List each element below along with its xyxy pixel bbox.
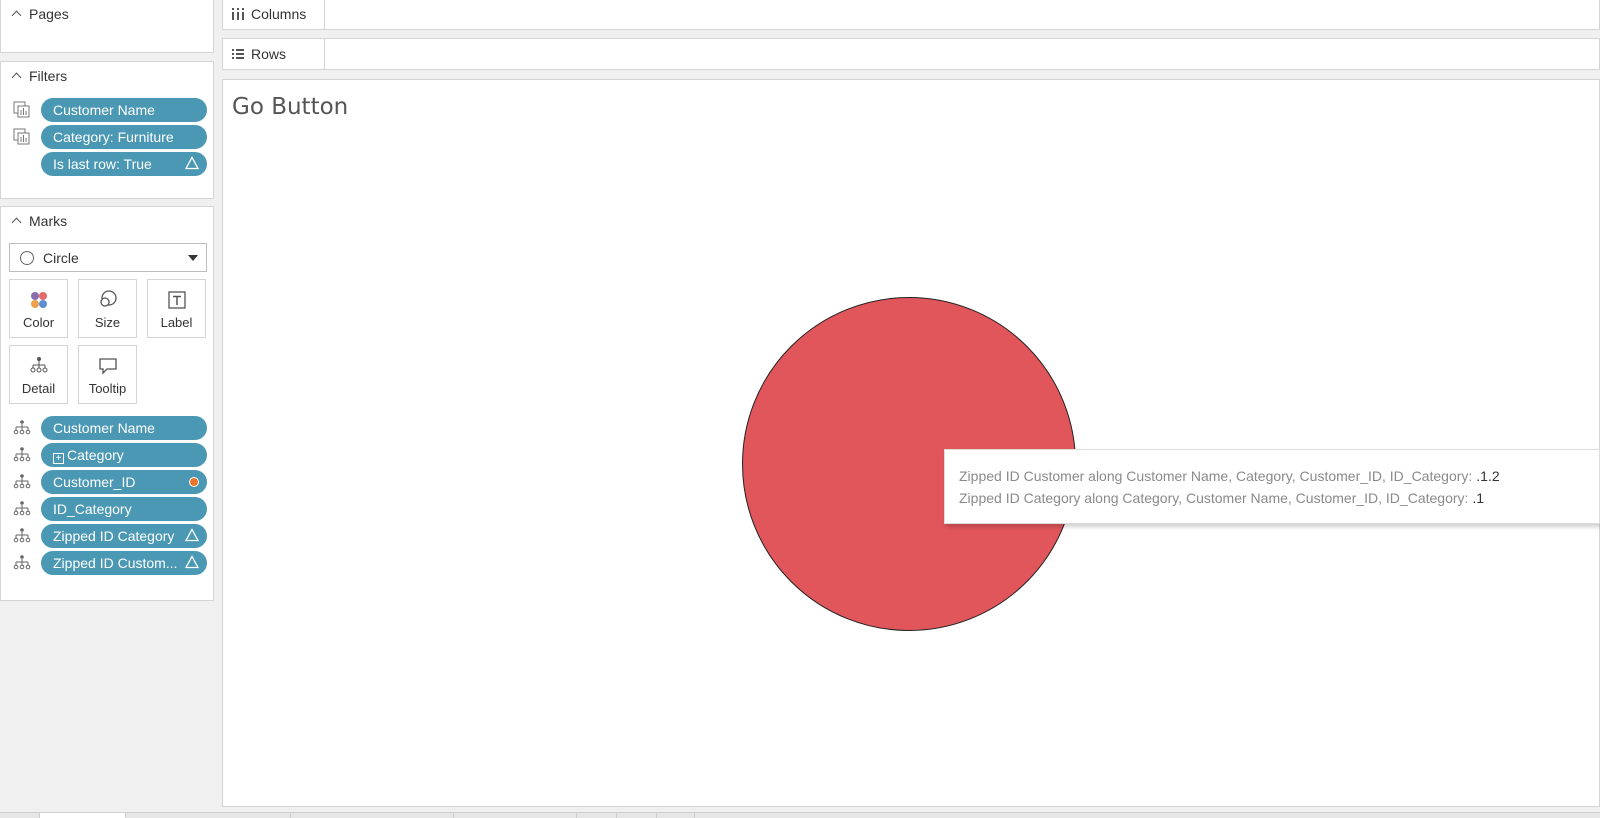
pages-header[interactable]: Pages: [1, 0, 213, 28]
mark-field-row: Customer Name: [1, 416, 215, 440]
tooltip-line: Zipped ID Customer along Customer Name, …: [959, 468, 1500, 484]
label-button[interactable]: Label: [147, 279, 206, 338]
mark-pill-zipped-id-customer[interactable]: Zipped ID Custom...: [41, 551, 207, 575]
filter-dimension-icon: [13, 128, 30, 145]
mark-field-row: Zipped ID Custom...: [1, 551, 215, 575]
filters-header[interactable]: Filters: [1, 62, 213, 90]
color-button[interactable]: Color: [9, 279, 68, 338]
pages-card: Pages: [0, 0, 214, 53]
detail-icon[interactable]: [13, 500, 31, 518]
text-label-icon: [167, 291, 186, 309]
filter-pill-category[interactable]: Category: Furniture: [41, 125, 207, 149]
calculated-field-triangle-icon: [185, 156, 199, 170]
filter-row: Customer Name: [1, 98, 215, 122]
mark-pill-category[interactable]: + Category: [41, 443, 207, 467]
mark-pill-label: Zipped ID Custom...: [53, 555, 178, 571]
filter-pill-label: Is last row: True: [53, 156, 152, 172]
tooltip-button-label: Tooltip: [88, 381, 127, 396]
columns-label: Columns: [251, 6, 307, 22]
sheet-tab[interactable]: [291, 813, 454, 818]
warning-dot-icon: [189, 477, 199, 487]
mark-field-row: Customer_ID: [1, 470, 215, 494]
rows-shelf-label: Rows: [223, 39, 325, 69]
filter-row: Category: Furniture: [1, 125, 215, 149]
collapse-chevron-icon[interactable]: [11, 216, 21, 226]
tooltip-field-value: .1.2: [1476, 468, 1500, 484]
detail-icon: [30, 357, 47, 373]
mark-pill-label: ID_Category: [53, 501, 132, 517]
sheet-tab-active[interactable]: [40, 813, 126, 818]
mark-field-row: ID_Category: [1, 497, 215, 521]
detail-icon[interactable]: [13, 554, 31, 572]
sheet-tab[interactable]: [0, 813, 40, 818]
sheet-tab[interactable]: [657, 813, 695, 818]
tooltip-button[interactable]: Tooltip: [78, 345, 137, 404]
detail-icon[interactable]: [13, 527, 31, 545]
sheet-tab[interactable]: [617, 813, 657, 818]
rows-icon: [232, 49, 244, 59]
size-icon: [99, 290, 117, 307]
label-button-label: Label: [160, 315, 193, 330]
marks-header[interactable]: Marks: [1, 207, 213, 235]
expand-plus-icon[interactable]: +: [53, 453, 64, 464]
detail-button[interactable]: Detail: [9, 345, 68, 404]
filter-dimension-icon: [13, 101, 30, 118]
rows-label: Rows: [251, 46, 287, 62]
tooltip-field-label: Zipped ID Category along Category, Custo…: [959, 490, 1469, 506]
mark-pill-label: Zipped ID Category: [53, 528, 175, 544]
filter-pill-customer-name[interactable]: Customer Name: [41, 98, 207, 122]
rows-shelf[interactable]: Rows: [222, 38, 1600, 70]
color-icon: [30, 292, 47, 308]
tooltip-field-label: Zipped ID Customer along Customer Name, …: [959, 468, 1473, 484]
sheet-tab-strip: [0, 812, 1600, 818]
view-title: Go Button: [232, 94, 349, 120]
detail-icon[interactable]: [13, 473, 31, 491]
collapse-chevron-icon[interactable]: [11, 9, 21, 19]
tooltip-field-value: .1: [1472, 490, 1485, 506]
filters-card: Filters Customer Name Category: Furnitur…: [0, 61, 214, 199]
mark-field-row: + Category: [1, 443, 215, 467]
mark-pill-label: Customer_ID: [53, 474, 136, 490]
mark-pill-label: Customer Name: [53, 420, 155, 436]
calculated-field-triangle-icon: [185, 555, 199, 569]
sheet-tab[interactable]: [577, 813, 617, 818]
mark-pill-customer-name[interactable]: Customer Name: [41, 416, 207, 440]
mark-type-dropdown[interactable]: Circle: [9, 243, 207, 272]
filter-pill-label: Customer Name: [53, 102, 155, 118]
marks-card: Marks Circle Color Size Label Detail Too…: [0, 206, 214, 601]
columns-shelf-label: Columns: [223, 0, 325, 29]
filter-row: Is last row: True: [1, 152, 215, 176]
calculated-field-triangle-icon: [185, 528, 199, 542]
mark-tooltip: Zipped ID Customer along Customer Name, …: [944, 449, 1600, 524]
filter-pill-label: Category: Furniture: [53, 129, 174, 145]
filters-title: Filters: [29, 68, 68, 84]
detail-button-label: Detail: [21, 381, 56, 396]
sheet-tab[interactable]: [454, 813, 577, 818]
detail-icon[interactable]: [13, 446, 31, 464]
filter-pill-is-last-row[interactable]: Is last row: True: [41, 152, 207, 176]
mark-field-row: Zipped ID Category: [1, 524, 215, 548]
collapse-chevron-icon[interactable]: [11, 71, 21, 81]
columns-shelf[interactable]: Columns: [222, 0, 1600, 30]
columns-icon: [232, 8, 244, 20]
marks-title: Marks: [29, 213, 68, 229]
mark-pill-id-category[interactable]: ID_Category: [41, 497, 207, 521]
color-button-label: Color: [22, 315, 55, 330]
circle-mark-icon: [20, 250, 34, 265]
viz-canvas[interactable]: Go Button: [222, 79, 1600, 807]
size-button[interactable]: Size: [78, 279, 137, 338]
mark-pill-zipped-id-category[interactable]: Zipped ID Category: [41, 524, 207, 548]
detail-icon[interactable]: [13, 419, 31, 437]
mark-pill-label: Category: [67, 447, 124, 463]
pages-title: Pages: [29, 6, 69, 22]
size-button-label: Size: [94, 315, 121, 330]
mark-pill-customer-id[interactable]: Customer_ID: [41, 470, 207, 494]
dropdown-caret-icon: [188, 255, 198, 261]
sheet-tab[interactable]: [126, 813, 291, 818]
speech-bubble-icon: [98, 358, 117, 375]
mark-type-value: Circle: [43, 249, 79, 266]
tooltip-line: Zipped ID Category along Category, Custo…: [959, 490, 1484, 506]
